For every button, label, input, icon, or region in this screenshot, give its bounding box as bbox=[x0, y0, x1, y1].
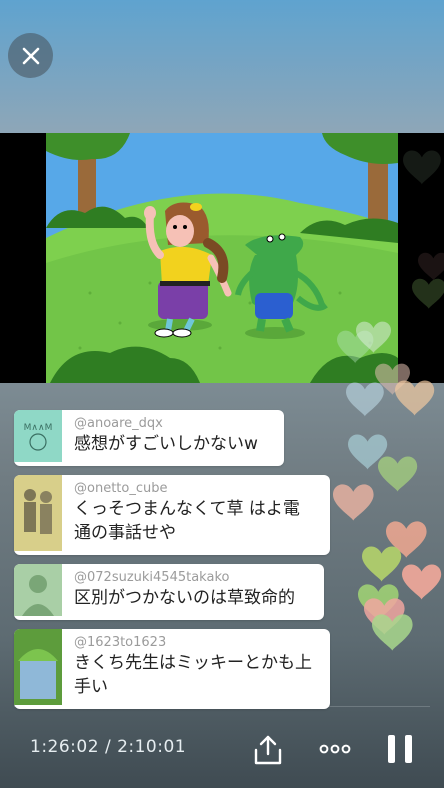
more-dots-icon bbox=[319, 744, 351, 754]
heart-icon bbox=[395, 380, 435, 416]
pause-icon bbox=[405, 735, 412, 763]
comment-username: @onetto_cube bbox=[74, 481, 168, 496]
share-button[interactable] bbox=[253, 734, 283, 766]
comment-list: M∧∧M @anoare_dqx 感想がすごいしかないw @onetto_cub… bbox=[14, 410, 330, 718]
comment-username: @072suzuki4545takako bbox=[74, 570, 230, 585]
svg-text:M∧∧M: M∧∧M bbox=[24, 423, 53, 433]
heart-icon bbox=[333, 484, 374, 521]
video-player[interactable] bbox=[0, 133, 444, 383]
heart-icon bbox=[372, 614, 413, 651]
comment-text: きくち先生はミッキーとかも上手い bbox=[74, 653, 312, 697]
controls-divider bbox=[14, 706, 430, 707]
comment-item: @1623to1623 きくち先生はミッキーとかも上手い bbox=[14, 629, 330, 709]
heart-icon bbox=[346, 382, 384, 417]
pause-icon bbox=[388, 735, 395, 763]
avatar bbox=[14, 564, 62, 620]
heart-icon bbox=[402, 564, 442, 600]
avatar bbox=[14, 629, 62, 709]
more-button[interactable] bbox=[318, 738, 352, 760]
heart-icon bbox=[348, 434, 388, 470]
heart-icon bbox=[364, 598, 405, 635]
heart-icon bbox=[378, 456, 418, 492]
avatar bbox=[14, 475, 62, 555]
video-frame-image bbox=[0, 133, 444, 383]
comment-item: M∧∧M @anoare_dqx 感想がすごいしかないw bbox=[14, 410, 284, 466]
comment-item: @072suzuki4545takako 区別がつかないのは草致命的 bbox=[14, 564, 324, 620]
comment-item: @onetto_cube くっそつまんなくて草 はよ電通の事話せや bbox=[14, 475, 330, 555]
comment-text: くっそつまんなくて草 はよ電通の事話せや bbox=[74, 499, 300, 543]
close-icon bbox=[22, 47, 39, 64]
comment-text: 感想がすごいしかないw bbox=[74, 434, 258, 454]
avatar: M∧∧M bbox=[14, 410, 62, 466]
heart-icon bbox=[386, 521, 427, 558]
comment-username: @1623to1623 bbox=[74, 635, 167, 650]
close-button[interactable] bbox=[8, 33, 53, 78]
comment-text: 区別がつかないのは草致命的 bbox=[74, 588, 295, 608]
heart-icon bbox=[362, 546, 402, 582]
heart-icon bbox=[358, 584, 399, 621]
pause-button[interactable] bbox=[388, 735, 412, 763]
comment-username: @anoare_dqx bbox=[74, 416, 163, 431]
playback-time: 1:26:02 / 2:10:01 bbox=[30, 737, 187, 757]
share-icon bbox=[254, 735, 282, 765]
